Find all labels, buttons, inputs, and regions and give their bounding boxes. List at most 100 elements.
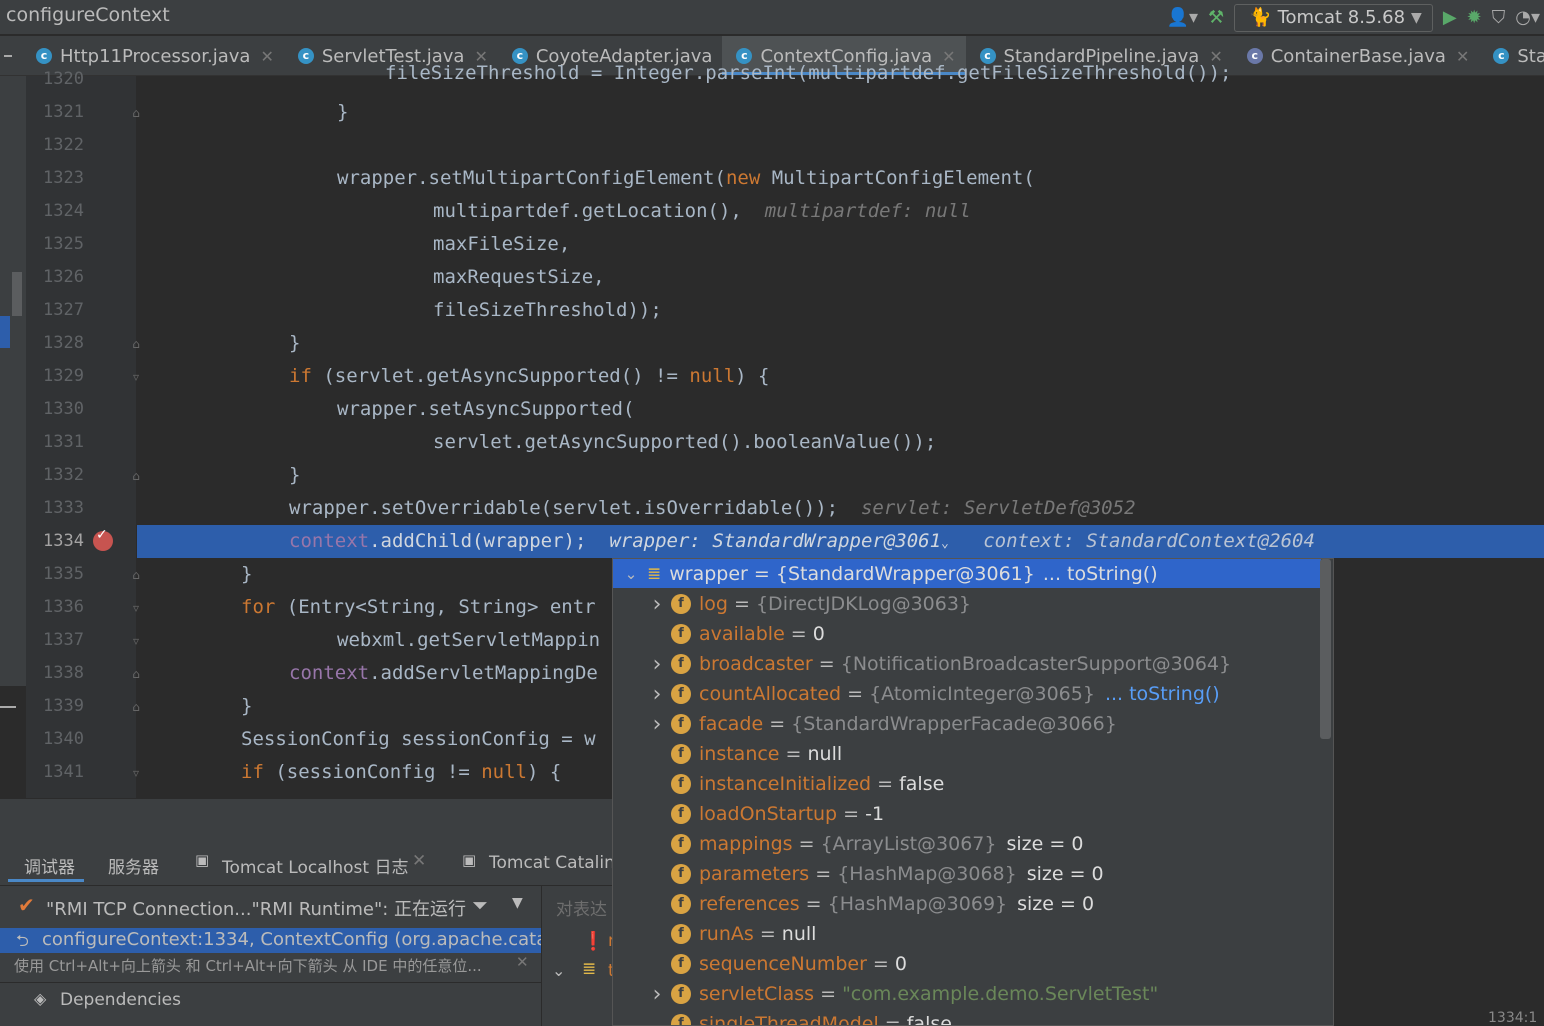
tree-row-field[interactable]: f instanceInitialized = false [613,769,1321,799]
code-line-1321: } [337,101,349,123]
class-icon: c [297,48,314,64]
tree-row-field[interactable]: › f log = {DirectJDKLog@3063} [613,589,1321,619]
code-line-1326: maxRequestSize, [433,266,605,288]
tree-row-field[interactable]: f instance = null [613,739,1321,769]
tree-row-field[interactable]: › f countAllocated = {AtomicInteger@3065}.… [613,679,1321,709]
tree-row-field[interactable]: f loadOnStartup = -1 [613,799,1321,829]
tree-row-field[interactable]: › f facade = {StandardWrapperFacade@3066} [613,709,1321,739]
filter-icon[interactable]: ⏷ [472,893,488,917]
equals-sign: = [799,893,828,915]
divider [0,885,612,886]
tab-tomcat-localhost-log[interactable]: Tomcat Localhost 日志 [222,853,408,878]
tree-row-field[interactable]: f mappings = {ArrayList@3067} size = 0 [613,829,1321,859]
navigation-hint: 使用 Ctrl+Alt+向上箭头 和 Ctrl+Alt+向下箭头 从 IDE 中… [14,957,482,975]
tree-row-field[interactable]: › f servletClass = "com.example.demo.Servl… [613,979,1321,1009]
line-number: 1322 [43,135,84,155]
tree-row-field[interactable]: f sequenceNumber = 0 [613,949,1321,979]
code-line-1327: fileSizeThreshold)); [433,299,662,321]
chevron-right-icon[interactable]: › [647,592,667,617]
dependencies-tab[interactable]: Dependencies [60,990,181,1010]
divider [0,982,541,983]
chevron-down-icon[interactable]: ⌄ [552,961,565,980]
fold-start-icon[interactable]: ▿ [129,634,143,648]
code-text: wrapper.setMultipartConfigElement( [337,167,726,189]
tree-row-field[interactable]: › f broadcaster = {NotificationBroadcaster… [613,649,1321,679]
fold-end-icon[interactable]: ⌂ [129,337,143,351]
chevron-down-icon[interactable]: ▼ [512,895,523,911]
fold-start-icon[interactable]: ▿ [129,370,143,384]
var-name: singleThreadModel [699,1013,879,1026]
fold-start-icon[interactable]: ▿ [129,766,143,780]
tostring-link[interactable]: ... toString() [1105,683,1220,705]
field-icon: f [671,774,691,794]
tree-row-field[interactable]: f available = 0 [613,619,1321,649]
profile-icon[interactable]: ◔▾ [1515,7,1540,28]
console-icon: ▣ [462,851,477,869]
tab-debugger[interactable]: 调试器 [24,853,75,878]
code-line-1324: multipartdef.getLocation(), multipartdef… [433,195,971,228]
tab-services[interactable]: 服务器 [108,853,159,878]
equals-sign: = [792,833,821,855]
active-tab-indicator [8,879,84,882]
run-config-select[interactable]: 🐈 Tomcat 8.5.68 ▼ [1234,3,1433,32]
run-icon[interactable]: ▶ [1443,7,1457,28]
var-name: mappings [699,833,793,855]
close-icon[interactable]: ✕ [260,47,273,66]
tree-row-field[interactable]: f parameters = {HashMap@3068} size = 0 [613,859,1321,889]
chevron-right-icon[interactable]: › [647,682,667,707]
chevron-down-icon[interactable]: ⌄ [941,536,949,551]
line-number: 1340 [43,729,84,749]
line-number: 1338 [43,663,84,683]
evaluate-expression-input[interactable]: 对表达 [556,895,607,920]
tab-tomcat-catalina[interactable]: Tomcat Catalina [489,853,625,873]
keyword: for [241,596,276,618]
code-line-1341: if (sessionConfig != null) { [241,756,561,789]
check-icon: ✔ [18,893,35,917]
chevron-right-icon[interactable]: › [647,982,667,1007]
fold-start-icon[interactable]: ▿ [129,601,143,615]
tree-row-field[interactable]: f references = {HashMap@3069} size = 0 [613,889,1321,919]
tab-label: Sta [1517,45,1544,67]
close-icon[interactable]: ✕ [412,851,426,871]
tab-sta[interactable]: c Sta [1479,36,1544,75]
build-hammer-icon[interactable]: ⚒ [1208,7,1224,28]
coverage-icon[interactable]: ⛉ [1492,7,1506,28]
var-value: null [807,743,843,765]
tree-row-root[interactable]: ⌄ ≣ wrapper = {StandardWrapper@3061} ...… [613,559,1321,588]
equals-sign: = [814,983,843,1005]
collapse-marker[interactable] [0,706,16,708]
inline-debug-value-wrapper[interactable]: wrapper: StandardWrapper@3061 [609,530,941,552]
tostring-link[interactable]: ... toString() [1043,563,1158,585]
chevron-right-icon[interactable]: › [647,652,667,677]
equals-sign: = [841,683,870,705]
field-icon: f [671,954,691,974]
debug-icon[interactable]: ✹ [1467,7,1482,28]
code-line-1340: SessionConfig sessionConfig = w [241,728,596,750]
var-name: facade [699,713,764,735]
chevron-down-icon: ▼ [1411,9,1422,26]
chevron-right-icon[interactable]: › [647,712,667,737]
popup-scrollbar[interactable] [1320,559,1331,739]
var-value: false [906,1013,952,1026]
fold-end-icon[interactable]: ⌂ [129,106,143,120]
var-value: "com.example.demo.ServletTest" [842,983,1159,1005]
thread-selector[interactable]: "RMI TCP Connection..."RMI Runtime": 正在运… [46,895,466,921]
tree-row-field[interactable]: f singleThreadModel = false [613,1009,1321,1026]
fold-end-icon[interactable]: ⌂ [129,568,143,582]
stack-frame-selected[interactable]: ⮌ configureContext:1334, ContextConfig (… [0,928,541,953]
fold-end-icon[interactable]: ⌂ [129,667,143,681]
user-icon[interactable]: 👤▾ [1167,7,1198,28]
fold-end-icon[interactable]: ⌂ [129,700,143,714]
chevron-down-icon[interactable]: ⌄ [621,565,641,583]
fold-end-icon[interactable]: ⌂ [129,469,143,483]
close-icon[interactable]: ✕ [1456,47,1469,66]
tab-containerbase[interactable]: c ContainerBase.java ✕ [1233,36,1480,75]
close-icon[interactable]: ✕ [516,953,529,971]
var-value: 0 [812,623,825,645]
field-icon: f [671,804,691,824]
code-text: ) { [527,761,562,783]
tree-row-field[interactable]: f runAs = null [613,919,1321,949]
project-scroll-thumb[interactable] [12,272,22,316]
breakpoint-icon[interactable]: ✓ [93,527,113,551]
code-line-1337: webxml.getServletMappin [337,629,601,651]
